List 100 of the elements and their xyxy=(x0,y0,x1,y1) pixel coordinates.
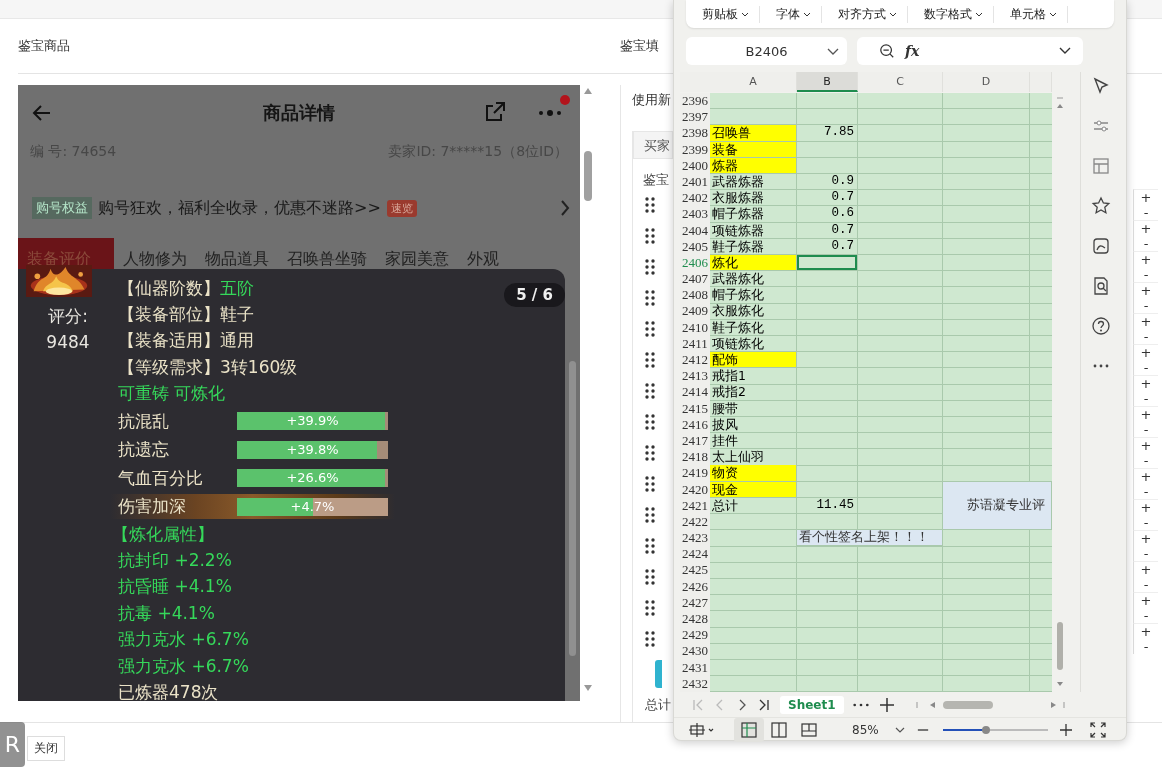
image-icon[interactable] xyxy=(1091,236,1111,256)
scrollbar[interactable] xyxy=(569,361,576,656)
table-cell: 配饰 xyxy=(710,352,796,368)
last-sheet-icon[interactable] xyxy=(758,698,770,712)
ribbon-group[interactable]: 数字格式 xyxy=(924,5,972,23)
row-number[interactable]: 2425 xyxy=(680,562,710,579)
zoom-in-icon[interactable] xyxy=(1059,724,1072,736)
refine-stat: 强力克水 +6.7% xyxy=(118,654,249,678)
row-number[interactable]: 2398 xyxy=(680,125,710,142)
drag-handle-icon[interactable] xyxy=(645,475,655,492)
caret-icon[interactable] xyxy=(894,727,905,733)
drag-handle-icon[interactable] xyxy=(645,227,655,244)
ribbon-group[interactable]: 字体 xyxy=(776,5,800,23)
drag-handle-icon[interactable] xyxy=(645,444,655,461)
row-number[interactable]: 2413 xyxy=(680,368,710,385)
share-icon[interactable] xyxy=(483,100,507,124)
expand-caret-icon[interactable] xyxy=(1059,47,1071,55)
formula-field[interactable]: fx xyxy=(857,37,1083,65)
function-label[interactable]: fx xyxy=(905,43,920,59)
attribute-label: 【装备适用】 xyxy=(118,329,220,353)
drag-handle-icon[interactable] xyxy=(645,506,655,523)
row-number[interactable]: 2408 xyxy=(680,287,710,304)
merged-cell: 看个性签名上架！！！ xyxy=(797,530,943,547)
drag-handle-icon[interactable] xyxy=(645,258,655,275)
table-cell: 现金 xyxy=(710,481,796,497)
drag-handle-icon[interactable] xyxy=(645,413,655,430)
section-title: 鉴宝商品 xyxy=(18,37,70,55)
add-sheet-icon[interactable] xyxy=(877,697,896,713)
drag-handle-icon[interactable] xyxy=(645,382,655,399)
zoom-level[interactable]: 85% xyxy=(852,723,879,737)
horizontal-scrollbar[interactable] xyxy=(915,699,1066,711)
row-number[interactable]: 2418 xyxy=(680,449,710,466)
caret-icon[interactable] xyxy=(975,11,983,17)
drag-handle-icon[interactable] xyxy=(645,351,655,368)
row-number[interactable]: 2424 xyxy=(680,546,710,563)
refine-count: 已炼器478次 xyxy=(118,681,219,701)
attribute-value: 3转160级 xyxy=(220,355,298,379)
section-title: 鉴宝填 xyxy=(620,37,659,55)
close-button[interactable]: 关闭 xyxy=(27,736,65,761)
crosshair-icon[interactable] xyxy=(688,722,716,738)
table-cell-text: 项链炼化 xyxy=(711,335,765,351)
normal-view-icon[interactable] xyxy=(734,718,764,742)
table-cell-text: 鞋子炼器 xyxy=(711,238,765,254)
drag-handle-icon[interactable] xyxy=(645,630,655,647)
drag-handle-icon[interactable] xyxy=(645,196,655,213)
caret-icon[interactable] xyxy=(803,11,811,17)
row-number[interactable]: 2396 xyxy=(680,93,710,110)
ribbon-group[interactable]: 单元格 xyxy=(1010,5,1046,23)
table-cell-text: 戒指2 xyxy=(711,384,747,400)
star-icon[interactable] xyxy=(1091,196,1111,216)
row-number[interactable]: 2430 xyxy=(680,643,710,660)
layout-icon[interactable] xyxy=(1091,156,1111,176)
page-title: 商品详情 xyxy=(263,100,335,125)
drag-handle-icon[interactable] xyxy=(645,599,655,616)
caret-icon[interactable] xyxy=(889,11,897,17)
fullscreen-icon[interactable] xyxy=(1089,722,1106,738)
ribbon-group[interactable]: 剪贴板 xyxy=(702,5,738,23)
row-number[interactable]: 2412 xyxy=(680,352,710,369)
table-cell-text: 衣服炼器 xyxy=(711,190,765,206)
row-number[interactable]: 2429 xyxy=(680,627,710,644)
refine-stat: 强力克水 +6.7% xyxy=(118,628,249,652)
sheet-tab[interactable]: Sheet1 xyxy=(780,696,844,714)
stat-reading: +39.9% xyxy=(285,412,340,431)
score-value: 9484 xyxy=(46,332,90,352)
promo-badge: 速览 xyxy=(386,199,417,217)
table-cell-text: 衣服炼化 xyxy=(711,303,765,319)
table-cell-text: 0.7 xyxy=(830,190,855,206)
row-number[interactable]: 2403 xyxy=(680,206,710,223)
help-icon[interactable] xyxy=(1091,316,1111,336)
merged-cell: 苏语凝专业评 xyxy=(943,481,1052,531)
stat-name: 抗混乱 xyxy=(118,409,170,433)
ribbon-group[interactable]: 对齐方式 xyxy=(838,5,886,23)
tab[interactable]: 买家 xyxy=(633,131,673,159)
stat-reading: +26.6% xyxy=(285,469,340,488)
zoom-out-icon[interactable] xyxy=(879,43,895,59)
table-cell: 召唤兽 xyxy=(710,125,796,141)
row-number[interactable]: 2423 xyxy=(680,530,710,547)
name-box[interactable]: B2406 xyxy=(686,37,847,65)
table-cell: 炼化 xyxy=(710,254,796,271)
cursor-icon[interactable] xyxy=(1091,76,1111,96)
attribute-label: 【等级需求】 xyxy=(118,355,220,379)
promo-banner[interactable]: 购号权益 购号狂欢，福利全收录，优惠不迷路>> 速览 xyxy=(18,186,580,230)
document-search-icon[interactable] xyxy=(1091,276,1111,296)
drag-handle-icon[interactable] xyxy=(645,289,655,306)
table-cell-text: 11.45 xyxy=(815,497,855,513)
table-cell-text: 披风 xyxy=(711,416,739,432)
column-header[interactable]: B xyxy=(797,72,858,92)
caret-icon[interactable] xyxy=(1049,11,1057,17)
row-number[interactable]: 2397 xyxy=(680,109,710,126)
caret-icon[interactable] xyxy=(741,11,749,17)
row-number[interactable]: 2419 xyxy=(680,465,710,482)
drag-handle-icon[interactable] xyxy=(645,320,655,337)
row-number[interactable]: 2407 xyxy=(680,271,710,288)
row-number[interactable]: 2402 xyxy=(680,190,710,207)
row-number[interactable]: 2409 xyxy=(680,303,710,320)
row-number[interactable]: 2414 xyxy=(680,384,710,401)
drag-handle-icon[interactable] xyxy=(645,537,655,554)
row-number[interactable]: 2428 xyxy=(680,611,710,628)
table-cell-text: 0.7 xyxy=(830,238,855,254)
drag-handle-icon[interactable] xyxy=(645,568,655,585)
